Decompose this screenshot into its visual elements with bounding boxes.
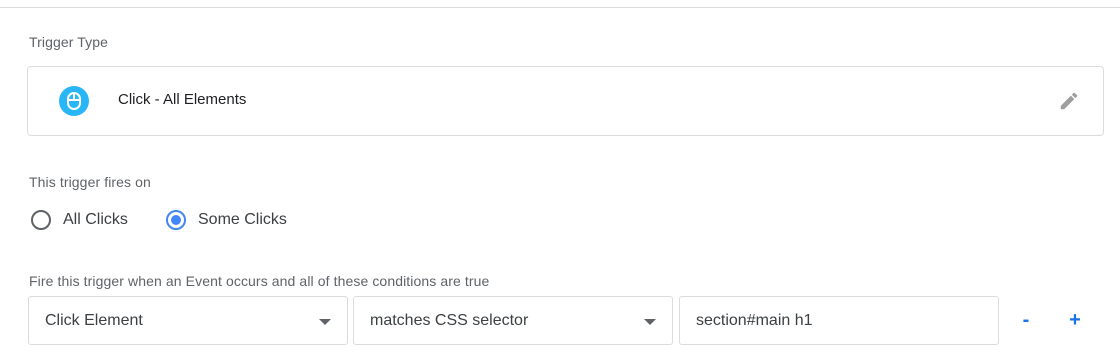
- trigger-type-label: Trigger Type: [29, 34, 109, 50]
- variable-select-value: Click Element: [45, 312, 143, 329]
- operator-select[interactable]: matches CSS selector: [353, 296, 673, 345]
- edit-trigger-type-button[interactable]: [1057, 89, 1081, 113]
- pencil-icon: [1060, 92, 1078, 110]
- operator-select-value: matches CSS selector: [370, 312, 529, 329]
- variable-select[interactable]: Click Element: [28, 296, 348, 345]
- conditions-label: Fire this trigger when an Event occurs a…: [29, 273, 490, 289]
- condition-value-text: section#main h1: [696, 312, 813, 329]
- radio-some-clicks-label: Some Clicks: [198, 211, 287, 228]
- trigger-type-card[interactable]: Click - All Elements: [27, 66, 1104, 136]
- radio-all-clicks[interactable]: All Clicks: [31, 206, 128, 234]
- add-condition-button[interactable]: +: [1063, 308, 1087, 332]
- remove-condition-button[interactable]: -: [1014, 308, 1038, 332]
- mouse-icon: [59, 86, 89, 116]
- condition-value-input[interactable]: section#main h1: [679, 296, 999, 345]
- radio-checked-icon: [166, 210, 186, 230]
- chevron-down-icon: [644, 319, 656, 325]
- radio-all-clicks-label: All Clicks: [63, 211, 128, 228]
- trigger-type-name: Click - All Elements: [118, 91, 247, 108]
- top-divider: [0, 7, 1120, 8]
- fires-on-label: This trigger fires on: [29, 174, 151, 190]
- chevron-down-icon: [319, 319, 331, 325]
- radio-unchecked-icon: [31, 210, 51, 230]
- radio-some-clicks[interactable]: Some Clicks: [166, 206, 287, 234]
